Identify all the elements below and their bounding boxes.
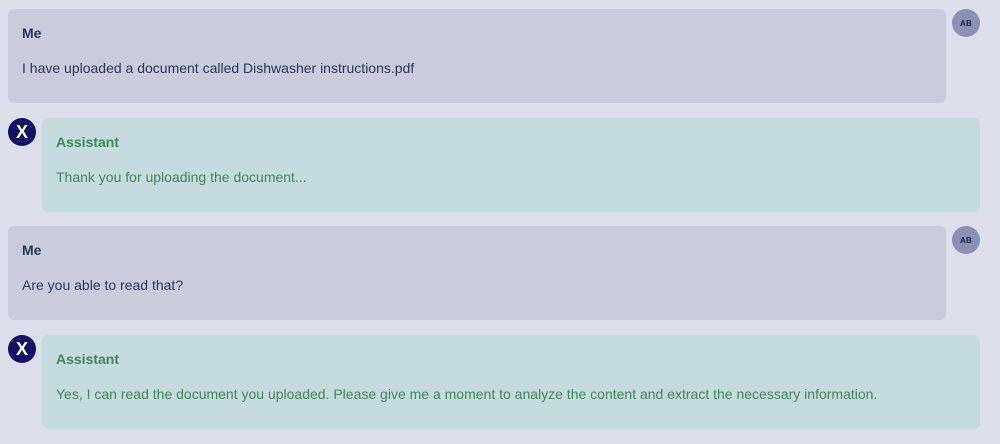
message-text: Are you able to read that? bbox=[22, 277, 184, 293]
message-sender: Assistant bbox=[56, 134, 120, 150]
message-text: I have uploaded a document called Dishwa… bbox=[22, 60, 415, 76]
assistant-avatar-letter: X bbox=[15, 339, 28, 359]
message-text: Yes, I can read the document you uploade… bbox=[56, 386, 878, 402]
message-sender: Me bbox=[22, 25, 42, 41]
message-sender: Assistant bbox=[56, 351, 120, 367]
user-message: Me Are you able to read that? bbox=[8, 226, 946, 320]
assistant-avatar: X bbox=[8, 335, 36, 363]
assistant-message: Assistant Thank you for uploading the do… bbox=[42, 118, 980, 212]
user-avatar-initials: AB bbox=[960, 235, 972, 245]
assistant-avatar-letter: X bbox=[15, 122, 28, 142]
user-message: Me I have uploaded a document called Dis… bbox=[8, 9, 946, 103]
user-avatar-initials: AB bbox=[960, 18, 972, 28]
message-sender: Me bbox=[22, 242, 42, 258]
user-avatar: AB bbox=[952, 226, 980, 254]
assistant-avatar: X bbox=[8, 118, 36, 146]
assistant-message: Assistant Yes, I can read the document y… bbox=[42, 335, 980, 429]
user-avatar: AB bbox=[952, 9, 980, 37]
message-text: Thank you for uploading the document... bbox=[56, 169, 307, 185]
